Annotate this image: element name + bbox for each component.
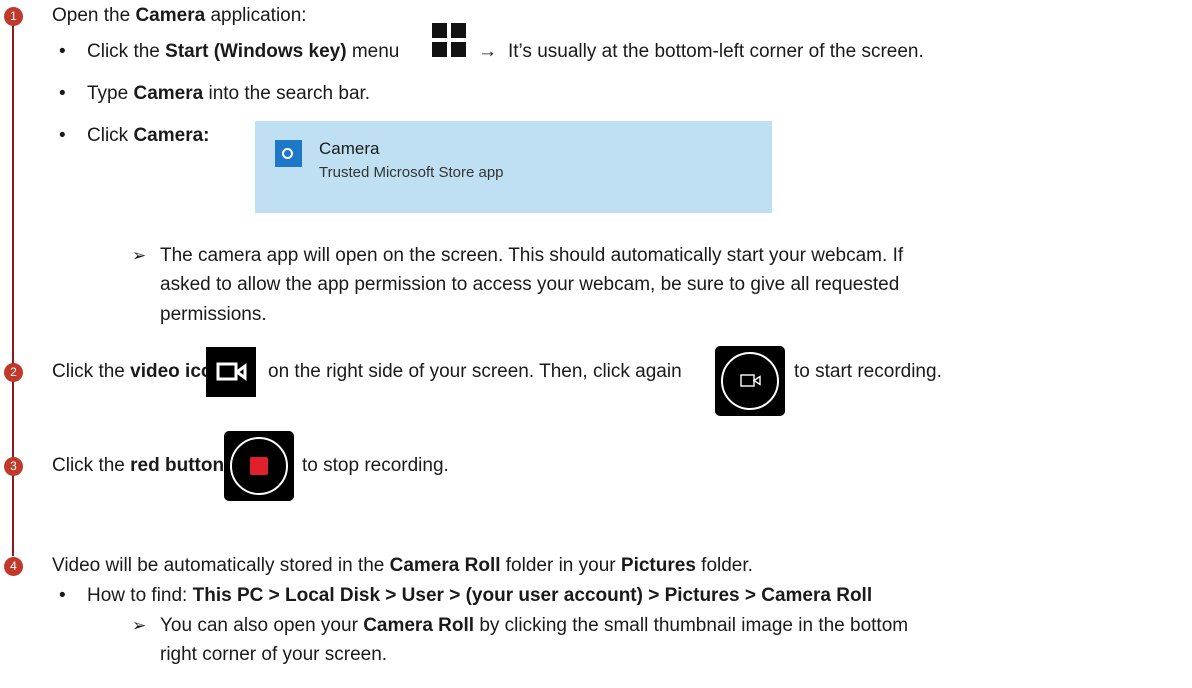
step1-intro: Open the Camera application:: [52, 4, 307, 28]
camera-app-icon: [275, 140, 302, 167]
step4-line1: Video will be automatically stored in th…: [52, 554, 753, 578]
step1-intro-post: application:: [205, 5, 307, 26]
sub-bullet-arrow: ➢: [132, 246, 147, 265]
step4-l1-pre: Video will be automatically stored in th…: [52, 555, 390, 576]
step3-bold: red button: [130, 455, 225, 476]
step1-intro-pre: Open the: [52, 5, 136, 26]
sub-bullet-arrow: ➢: [132, 616, 147, 635]
step4-sub-bold: Camera Roll: [363, 615, 475, 636]
step4-sub-post1: by clicking the small thumbnail image in…: [474, 615, 909, 636]
step-badge-4: 4: [4, 557, 23, 576]
step-badge-2: 2: [4, 363, 23, 382]
step1-bullet-start-menu: Click the Start (Windows key) menu: [87, 40, 399, 64]
step1-note-line2: asked to allow the app permission to acc…: [160, 274, 900, 295]
bullet: •: [59, 83, 66, 104]
step1-bullet-click-camera: Click Camera:: [87, 124, 210, 148]
bullet: •: [59, 125, 66, 146]
step2-text-start: Click the video icon: [52, 360, 224, 384]
camera-app-title: Camera: [319, 139, 380, 158]
step4-l1-mid: folder in your: [500, 555, 621, 576]
step2-pre: Click the: [52, 361, 131, 382]
step3-post: to stop recording.: [302, 455, 449, 476]
step1-b3-bold: Camera:: [133, 125, 210, 146]
right-arrow-icon: →: [478, 41, 497, 62]
step4-l1-post: folder.: [695, 555, 753, 576]
step1-b2-pre: Type: [87, 83, 134, 104]
step1-b2-post: into the search bar.: [203, 83, 371, 104]
windows-start-icon: [432, 23, 466, 57]
step4-b1-pre: How to find:: [87, 585, 193, 606]
record-button-icon[interactable]: [715, 346, 785, 416]
camera-app-search-result[interactable]: Camera Trusted Microsoft Store app: [255, 121, 772, 213]
video-mode-icon[interactable]: [206, 347, 256, 397]
step3-text-start: Click the red button: [52, 454, 224, 478]
step4-how-to-find: How to find: This PC > Local Disk > User…: [87, 584, 872, 608]
step1-b1-post: It’s usually at the bottom-left corner o…: [508, 41, 924, 62]
step1-b2-bold: Camera: [133, 83, 204, 104]
step1-b1-bold: Start (Windows key): [165, 41, 347, 62]
step2-mid: on the right side of your screen. Then, …: [268, 361, 682, 382]
step4-sub-line2: right corner of your screen.: [160, 644, 388, 665]
step3-pre: Click the: [52, 455, 131, 476]
step2-post: to start recording.: [794, 361, 942, 382]
bullet: •: [59, 41, 66, 62]
instructions-page: 1 Open the Camera application: • Click t…: [0, 0, 1192, 688]
step1-b1-mid: menu: [346, 41, 400, 62]
step4-l1-bold1: Camera Roll: [389, 555, 501, 576]
stop-button-icon[interactable]: [224, 431, 294, 501]
step4-sub-pre: You can also open your: [160, 615, 364, 636]
step-badge-1: 1: [4, 7, 23, 26]
step4-sub-line1: You can also open your Camera Roll by cl…: [160, 614, 908, 638]
bullet: •: [59, 585, 66, 606]
step1-note-line3: permissions.: [160, 304, 267, 325]
step1-b3-pre: Click: [87, 125, 134, 146]
step1-note-line1: The camera app will open on the screen. …: [160, 245, 904, 266]
step1-b1-pre: Click the: [87, 41, 166, 62]
step-badge-3: 3: [4, 457, 23, 476]
step4-b1-path: This PC > Local Disk > User > (your user…: [192, 585, 873, 606]
step4-l1-bold2: Pictures: [620, 555, 696, 576]
step1-intro-bold: Camera: [135, 5, 206, 26]
camera-app-subtitle: Trusted Microsoft Store app: [319, 164, 504, 181]
step1-bullet-type-camera: Type Camera into the search bar.: [87, 82, 370, 106]
